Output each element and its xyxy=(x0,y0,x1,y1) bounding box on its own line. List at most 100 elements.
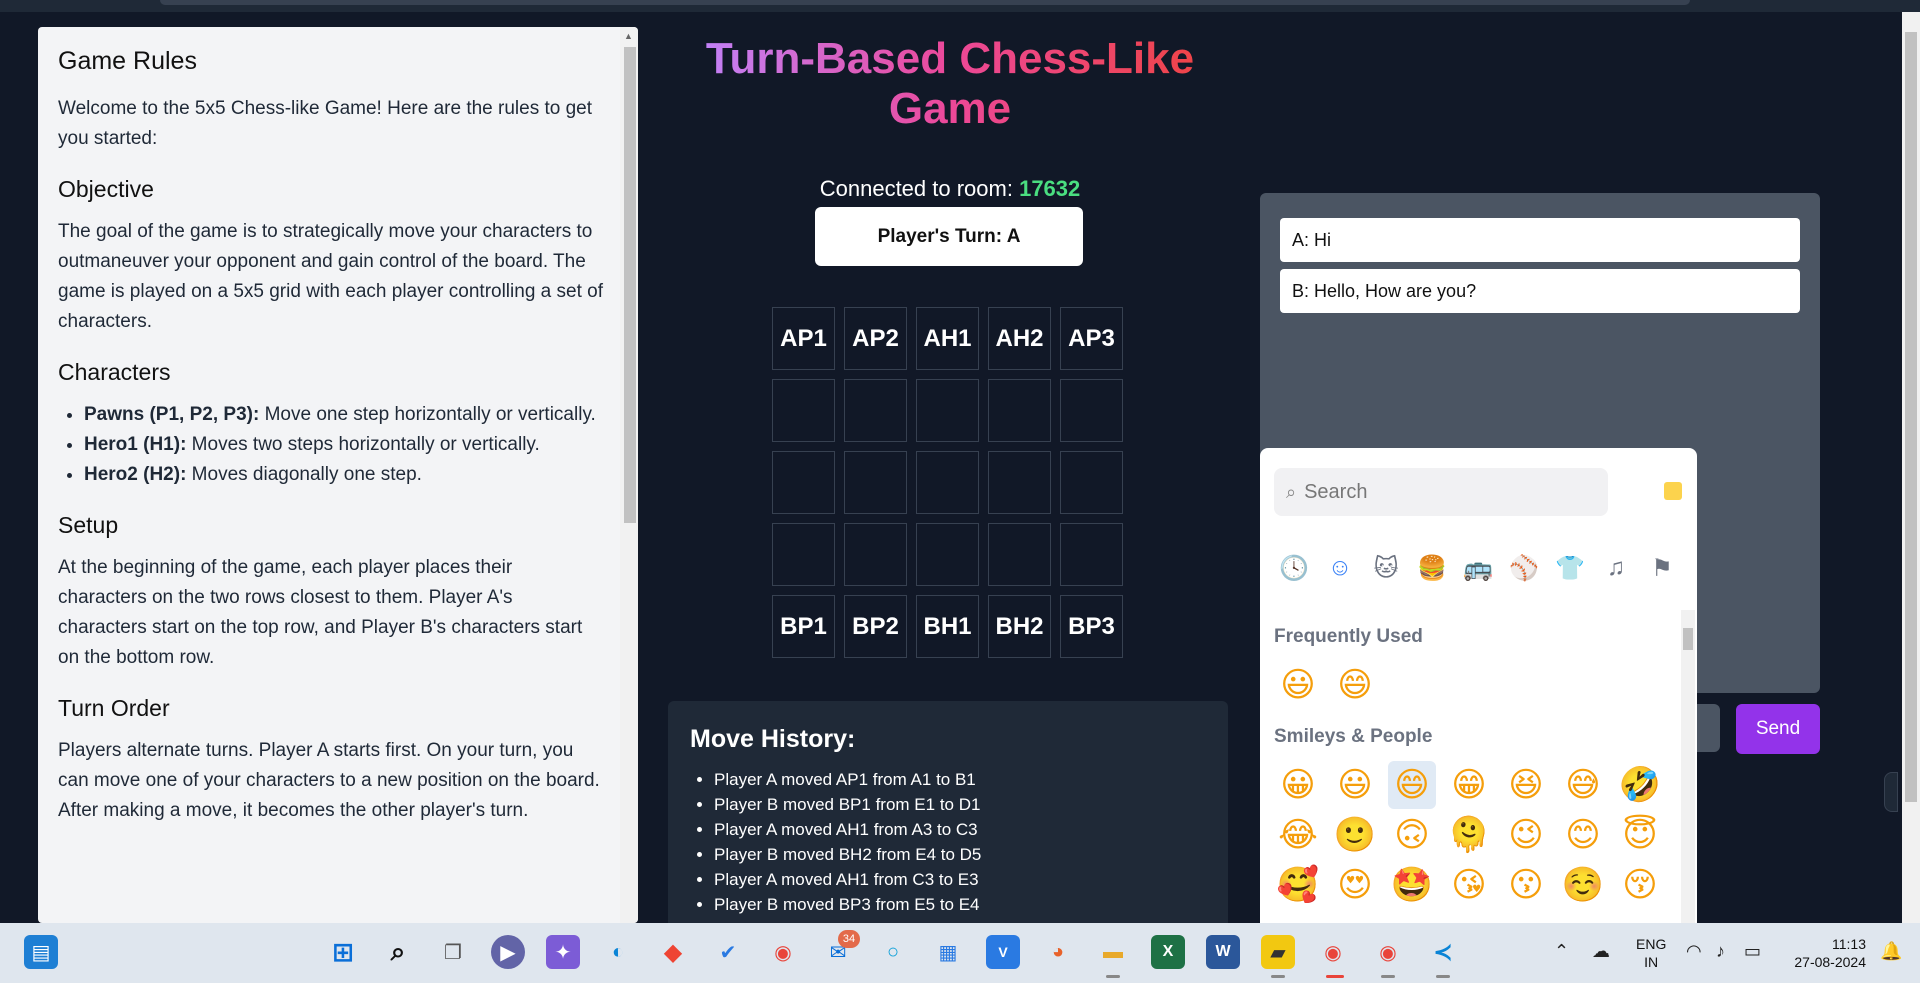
wifi-icon[interactable]: ◠ xyxy=(1686,941,1702,962)
emoji-button[interactable]: 😘 xyxy=(1445,861,1493,909)
todo-icon[interactable]: ✔ xyxy=(711,935,745,969)
board-cell[interactable] xyxy=(1060,379,1123,442)
burger-icon[interactable]: 🍔 xyxy=(1416,554,1448,590)
emoji-button[interactable]: 😃 xyxy=(1331,761,1379,809)
rules-panel[interactable]: Game Rules Welcome to the 5x5 Chess-like… xyxy=(38,27,638,923)
chrome-profile-icon[interactable]: ◉ xyxy=(1371,935,1405,969)
excel-icon[interactable]: X xyxy=(1151,935,1185,969)
notification-icon[interactable]: 🔔 xyxy=(1880,941,1902,962)
board-cell[interactable] xyxy=(988,451,1051,514)
skin-tone-selector[interactable] xyxy=(1664,482,1682,500)
board-cell[interactable]: BP3 xyxy=(1060,595,1123,658)
board-cell[interactable] xyxy=(772,451,835,514)
widgets-icon[interactable]: ▤ xyxy=(24,935,58,969)
board-cell[interactable] xyxy=(1060,451,1123,514)
word-icon[interactable]: W xyxy=(1206,935,1240,969)
emoji-button[interactable]: 😇 xyxy=(1616,811,1664,859)
emoji-scrollbar[interactable] xyxy=(1681,610,1695,923)
cloud-icon[interactable]: ☁ xyxy=(1592,941,1610,962)
board-cell[interactable]: AP2 xyxy=(844,307,907,370)
chrome-active-icon[interactable]: ◉ xyxy=(1316,935,1350,969)
emoji-button[interactable]: 😚 xyxy=(1616,861,1664,909)
board-cell[interactable]: AP3 xyxy=(1060,307,1123,370)
emoji-search-input[interactable]: ⌕ Search xyxy=(1274,468,1608,516)
emoji-button[interactable]: 😍 xyxy=(1331,861,1379,909)
emoji-button[interactable]: 😂 xyxy=(1274,811,1322,859)
cortana-icon[interactable]: ○ xyxy=(876,935,910,969)
shirt-icon[interactable]: 👕 xyxy=(1554,554,1586,590)
emoji-button[interactable]: 😊 xyxy=(1559,811,1607,859)
board-cell[interactable] xyxy=(988,523,1051,586)
board-cell[interactable] xyxy=(772,523,835,586)
emoji-button[interactable]: 🤩 xyxy=(1388,861,1436,909)
sticky-notes-icon[interactable]: ▰ xyxy=(1261,935,1295,969)
vs-code-alt-icon[interactable]: V xyxy=(986,935,1020,969)
start-icon[interactable]: ⊞ xyxy=(326,935,360,969)
move-history-item: Player B moved BP1 from E1 to D1 xyxy=(714,792,981,817)
store-icon[interactable]: ▦ xyxy=(931,935,965,969)
emoji-button[interactable]: 😉 xyxy=(1502,811,1550,859)
chrome-icon[interactable]: ◉ xyxy=(766,935,800,969)
emoji-button[interactable]: 😗 xyxy=(1502,861,1550,909)
board-cell[interactable]: BH2 xyxy=(988,595,1051,658)
board-cell[interactable]: BH1 xyxy=(916,595,979,658)
smiley-icon[interactable]: ☺ xyxy=(1324,554,1356,590)
file-explorer-icon[interactable]: ▬ xyxy=(1096,935,1130,969)
volume-icon[interactable]: ♪ xyxy=(1716,941,1725,962)
rules-scroll-thumb[interactable] xyxy=(624,47,636,523)
emoji-button[interactable]: 🫠 xyxy=(1445,811,1493,859)
emoji-button[interactable]: 🙂 xyxy=(1331,811,1379,859)
emoji-scroll-thumb[interactable] xyxy=(1683,628,1693,650)
language-indicator[interactable]: ENG IN xyxy=(1636,935,1666,971)
edge-icon[interactable]: ◐ xyxy=(601,935,635,969)
chevron-up-icon[interactable]: ⌃ xyxy=(1554,941,1569,962)
emoji-button[interactable]: 😀 xyxy=(1274,761,1322,809)
teams-icon[interactable]: ▶ xyxy=(491,935,525,969)
rules-scrollbar[interactable]: ▲ xyxy=(620,27,638,923)
send-button[interactable]: Send xyxy=(1736,704,1820,754)
emoji-button[interactable]: 🥰 xyxy=(1274,861,1322,909)
board-cell[interactable] xyxy=(916,379,979,442)
browser-top-strip xyxy=(0,0,1920,12)
board-cell[interactable] xyxy=(844,451,907,514)
board-cell[interactable] xyxy=(916,451,979,514)
board-cell[interactable] xyxy=(916,523,979,586)
battery-icon[interactable]: ▭ xyxy=(1744,941,1761,962)
emoji-button[interactable]: 😄 xyxy=(1331,661,1379,709)
emoji-button[interactable]: 😁 xyxy=(1445,761,1493,809)
board-cell[interactable]: AH1 xyxy=(916,307,979,370)
emoji-button[interactable]: 🙃 xyxy=(1388,811,1436,859)
vscode-icon[interactable]: ≺ xyxy=(1426,935,1460,969)
flag-icon[interactable]: ⚑ xyxy=(1646,554,1678,590)
emoji-button[interactable]: 😃 xyxy=(1274,661,1322,709)
board-cell[interactable]: BP2 xyxy=(844,595,907,658)
clock[interactable]: 11:13 27-08-2024 xyxy=(1786,935,1866,971)
emoji-button[interactable]: ☺️ xyxy=(1559,861,1607,909)
board-cell[interactable] xyxy=(1060,523,1123,586)
task-view-icon[interactable]: ❐ xyxy=(436,935,470,969)
window-scrollbar[interactable] xyxy=(1902,12,1920,924)
emoji-button[interactable]: 😄 xyxy=(1388,761,1436,809)
app-diamond-icon[interactable]: ◆ xyxy=(656,935,690,969)
emoji-button[interactable]: 😅 xyxy=(1559,761,1607,809)
ball-icon[interactable]: ⚾ xyxy=(1508,554,1540,590)
board-cell[interactable] xyxy=(844,379,907,442)
emoji-button[interactable]: 😆 xyxy=(1502,761,1550,809)
copilot-icon[interactable]: ✦ xyxy=(546,935,580,969)
search-icon[interactable]: ⌕ xyxy=(381,935,415,969)
side-panel-handle[interactable] xyxy=(1884,772,1898,812)
music-icon[interactable]: ♫ xyxy=(1600,554,1632,590)
board-cell[interactable] xyxy=(844,523,907,586)
board-cell[interactable] xyxy=(988,379,1051,442)
bus-icon[interactable]: 🚌 xyxy=(1462,554,1494,590)
cat-icon[interactable]: 🐱 xyxy=(1370,554,1402,590)
board-cell[interactable]: AP1 xyxy=(772,307,835,370)
board-cell[interactable] xyxy=(772,379,835,442)
emoji-button[interactable]: 🤣 xyxy=(1616,761,1664,809)
board-cell[interactable]: AH2 xyxy=(988,307,1051,370)
clock-icon[interactable]: 🕓 xyxy=(1278,554,1310,590)
scroll-up-arrow-icon[interactable]: ▲ xyxy=(624,31,633,41)
firefox-icon[interactable]: ◕ xyxy=(1041,935,1075,969)
window-scroll-thumb[interactable] xyxy=(1905,32,1917,802)
board-cell[interactable]: BP1 xyxy=(772,595,835,658)
